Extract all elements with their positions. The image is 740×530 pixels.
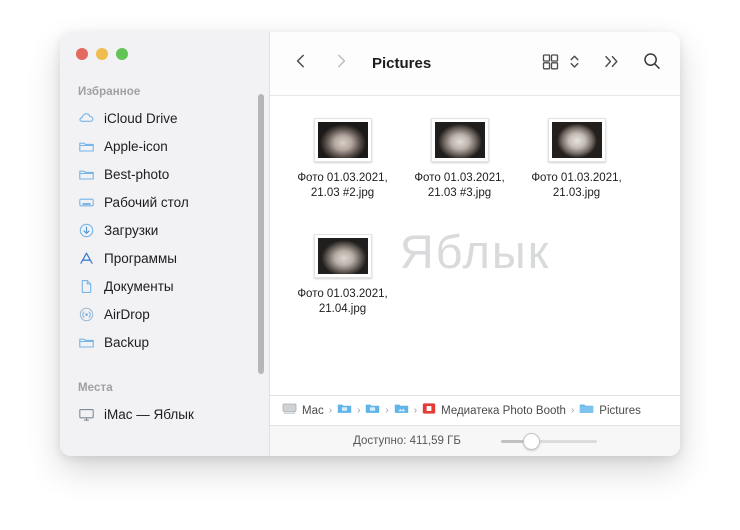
- breadcrumb-separator: ›: [357, 405, 361, 416]
- sidebar-item-label: Документы: [104, 278, 174, 294]
- sidebar-item-downloads[interactable]: Загрузки: [60, 216, 269, 244]
- sidebar-item-imac[interactable]: iMac — Яблык: [60, 400, 269, 428]
- file-item[interactable]: Фото 01.03.2021, 21.04.jpg: [284, 234, 401, 316]
- imac-icon: [78, 406, 95, 423]
- breadcrumb-separator: ›: [570, 405, 575, 416]
- sidebar-item-apple-icon[interactable]: Apple-icon: [60, 132, 269, 160]
- blue-folder-icon: [337, 402, 352, 420]
- breadcrumb-separator: ›: [328, 405, 333, 416]
- more-toolbar-items-button[interactable]: [602, 51, 622, 77]
- back-button[interactable]: [288, 51, 314, 77]
- search-button[interactable]: [642, 51, 662, 77]
- chevron-up-down-icon: [569, 52, 580, 76]
- file-grid: Яблык Фото 01.03.2021, 21.03 #2.jpg Фото…: [270, 96, 680, 395]
- breadcrumb-label: Mac: [302, 404, 324, 417]
- cloud-icon: [78, 110, 95, 127]
- view-mode-button[interactable]: [541, 51, 580, 77]
- photo-thumbnail: [313, 234, 372, 278]
- sidebar-item-applications[interactable]: Программы: [60, 244, 269, 272]
- file-item[interactable]: Фото 01.03.2021, 21.03 #2.jpg: [284, 118, 401, 200]
- toolbar: Pictures: [270, 32, 680, 96]
- sidebar-item-desktop[interactable]: Рабочий стол: [60, 188, 269, 216]
- folder-icon: [78, 138, 95, 155]
- airdrop-icon: [78, 306, 95, 323]
- page-title: Pictures: [372, 55, 432, 72]
- sidebar-item-label: Best-photo: [104, 166, 170, 182]
- photo-thumbnail: [313, 118, 372, 162]
- document-icon: [78, 278, 95, 295]
- file-item[interactable]: Фото 01.03.2021, 21.03 #3.jpg: [401, 118, 518, 200]
- sidebar-item-best-photo[interactable]: Best-photo: [60, 160, 269, 188]
- file-name-label: Фото 01.03.2021, 21.03.jpg: [531, 172, 622, 199]
- breadcrumb-item-folder-2[interactable]: [365, 402, 380, 420]
- sidebar-item-label: Backup: [104, 334, 150, 350]
- available-space-label: Доступно: 411,59 ГБ: [353, 435, 461, 447]
- breadcrumb-item-folder-1[interactable]: [337, 402, 352, 420]
- file-item[interactable]: Фото 01.03.2021, 21.03.jpg: [518, 118, 635, 200]
- breadcrumb-label: Pictures: [599, 404, 641, 417]
- sidebar-item-label: iCloud Drive: [104, 110, 178, 126]
- window-body: Избранное iCloud Drive Apple-icon Best-p…: [60, 32, 680, 456]
- photo-booth-icon: [422, 402, 436, 420]
- file-name-label: Фото 01.03.2021, 21.04.jpg: [297, 288, 388, 315]
- double-chevron-right-icon: [602, 52, 622, 76]
- traffic-light-buttons: [60, 32, 269, 60]
- sidebar-item-documents[interactable]: Документы: [60, 272, 269, 300]
- minimize-window-button[interactable]: [96, 48, 108, 60]
- sidebar-section-title-favorites: Избранное: [78, 86, 141, 98]
- slider-fill: [500, 439, 525, 443]
- sidebar-item-label: Загрузки: [104, 222, 159, 238]
- sidebar-item-label: iMac — Яблык: [104, 406, 194, 422]
- breadcrumb: Mac › › › › Медиатека Photo Booth › Pict…: [270, 395, 680, 425]
- breadcrumb-item-photo-booth-library[interactable]: Медиатека Photo Booth: [422, 402, 566, 420]
- applications-icon: [78, 250, 95, 267]
- status-bar: Доступно: 411,59 ГБ: [270, 425, 680, 456]
- folder-icon: [78, 166, 95, 183]
- breadcrumb-item-mac[interactable]: Mac: [282, 402, 324, 420]
- blue-folder-icon: [394, 402, 409, 420]
- file-name-label: Фото 01.03.2021, 21.03 #2.jpg: [297, 172, 388, 199]
- maximize-window-button[interactable]: [116, 48, 128, 60]
- close-window-button[interactable]: [76, 48, 88, 60]
- search-icon: [642, 51, 662, 76]
- chevron-left-icon: [292, 52, 310, 75]
- slider-knob[interactable]: [522, 432, 540, 450]
- photo-thumbnail: [547, 118, 606, 162]
- icon-size-slider[interactable]: [500, 432, 597, 450]
- blue-folder-icon: [579, 402, 594, 420]
- breadcrumb-separator: ›: [413, 405, 418, 416]
- finder-window: Избранное iCloud Drive Apple-icon Best-p…: [60, 32, 680, 456]
- content-pane: Pictures Яблык Фото 01.03.2021, 21.03 #2…: [269, 32, 680, 456]
- downloads-icon: [78, 222, 95, 239]
- sidebar-item-label: Рабочий стол: [104, 194, 189, 210]
- sidebar-item-airdrop[interactable]: AirDrop: [60, 300, 269, 328]
- sidebar: Избранное iCloud Drive Apple-icon Best-p…: [60, 32, 269, 456]
- breadcrumb-item-pictures[interactable]: Pictures: [579, 402, 641, 420]
- desktop-icon: [78, 194, 95, 211]
- breadcrumb-label: Медиатека Photo Booth: [441, 404, 566, 417]
- blue-folder-icon: [365, 402, 380, 420]
- hard-drive-icon: [282, 402, 297, 420]
- file-grid-row: Фото 01.03.2021, 21.03 #2.jpg Фото 01.03…: [270, 118, 680, 216]
- sidebar-item-label: Программы: [104, 250, 177, 266]
- forward-button[interactable]: [328, 51, 354, 77]
- sidebar-item-icloud-drive[interactable]: iCloud Drive: [60, 104, 269, 132]
- photo-thumbnail: [430, 118, 489, 162]
- sidebar-scrollbar[interactable]: [258, 94, 264, 374]
- folder-icon: [78, 334, 95, 351]
- breadcrumb-separator: ›: [385, 405, 389, 416]
- chevron-right-icon: [332, 52, 350, 75]
- breadcrumb-item-folder-3[interactable]: [394, 402, 409, 420]
- grid-view-icon: [541, 52, 560, 76]
- file-name-label: Фото 01.03.2021, 21.03 #3.jpg: [414, 172, 505, 199]
- sidebar-item-label: AirDrop: [104, 306, 150, 322]
- sidebar-item-label: Apple-icon: [104, 138, 168, 154]
- sidebar-section-title-places: Места: [78, 382, 113, 394]
- file-grid-row: Фото 01.03.2021, 21.04.jpg: [270, 234, 680, 332]
- sidebar-item-backup[interactable]: Backup: [60, 328, 269, 356]
